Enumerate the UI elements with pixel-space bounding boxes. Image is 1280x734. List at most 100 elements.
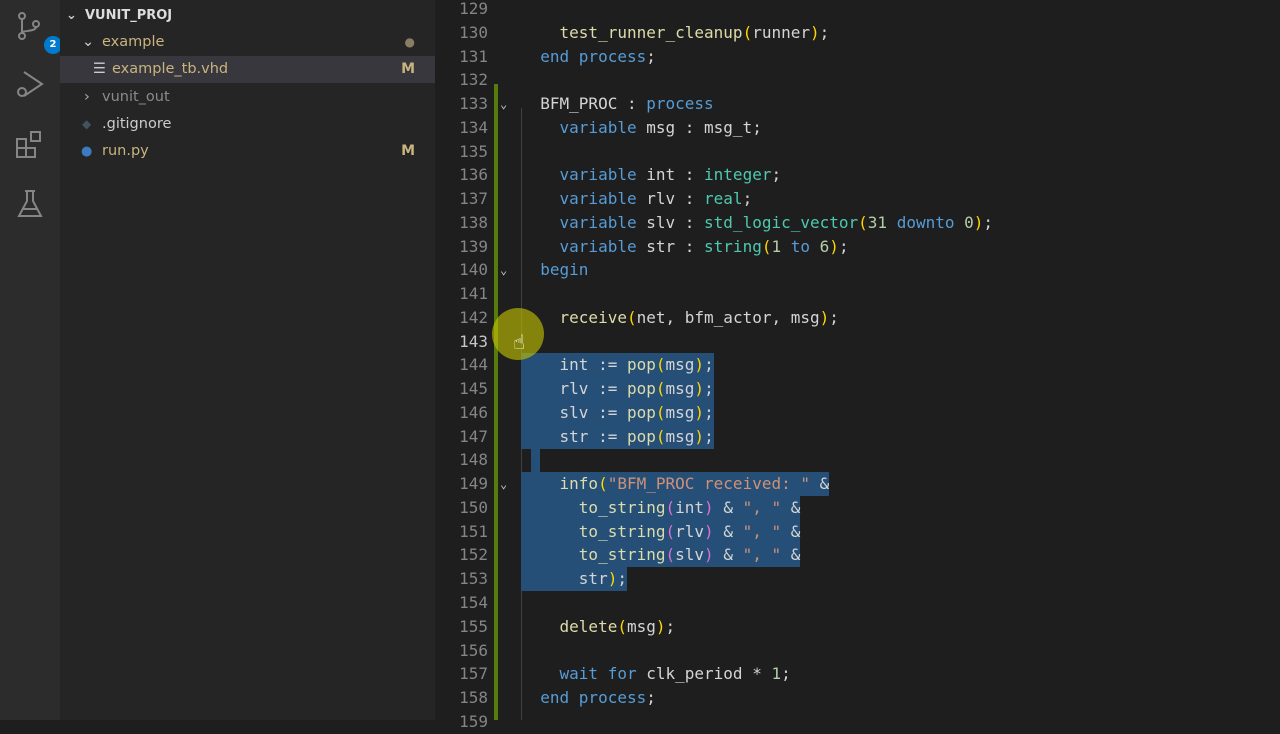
code-token: )	[694, 402, 705, 422]
code-token: )	[973, 212, 984, 232]
code-line[interactable]: str);	[521, 567, 627, 591]
code-token: pop	[626, 426, 656, 446]
code-token: )	[704, 545, 714, 565]
code-line[interactable]: variable str : string(1 to 6);	[521, 235, 849, 259]
code-line[interactable]: end process;	[521, 686, 656, 710]
code-token: &	[781, 497, 801, 517]
code-line[interactable]: wait for clk_period * 1;	[521, 662, 791, 686]
chevron-down-icon: ⌄	[82, 34, 95, 50]
status-badge: M	[401, 61, 415, 77]
line-number: 135	[459, 141, 488, 161]
code-token: ;	[771, 165, 782, 185]
code-token: &	[781, 545, 801, 565]
code-token: int :=	[521, 355, 627, 375]
source-control-icon[interactable]: 2	[14, 10, 62, 54]
tree-item-vunit-out[interactable]: › vunit_out	[60, 84, 435, 111]
line-number: 156	[459, 640, 488, 660]
code-token: int	[675, 497, 705, 517]
code-line[interactable]: receive(net, bfm_actor, msg);	[521, 306, 839, 330]
explorer-sidebar: ⌄ VUNIT_PROJ ⌄ example ● ☰ example_tb.vh…	[60, 0, 435, 720]
run-debug-icon[interactable]	[14, 68, 46, 100]
item-label: vunit_out	[102, 89, 170, 105]
code-token: ;	[819, 22, 830, 42]
code-line[interactable]: to_string(rlv) & ", " &	[521, 520, 801, 544]
code-token: &	[713, 521, 743, 541]
code-line[interactable]	[521, 448, 540, 472]
code-token: msg	[665, 355, 695, 375]
testing-icon[interactable]	[14, 188, 46, 220]
code-token: integer	[704, 165, 772, 185]
code-token: ;	[704, 426, 714, 446]
code-token: ;	[704, 402, 714, 422]
code-token: int :	[636, 165, 705, 185]
tree-item-gitignore[interactable]: ◆ .gitignore	[60, 111, 435, 138]
code-token: (	[655, 355, 666, 375]
item-label: example	[102, 34, 165, 50]
tree-item-run-py[interactable]: ● run.py M	[60, 138, 435, 165]
code-line[interactable]: slv := pop(msg);	[521, 401, 714, 425]
code-token: delete	[559, 616, 618, 636]
code-token: ;	[829, 307, 839, 327]
code-token: (	[655, 402, 666, 422]
code-token: rlv	[675, 521, 705, 541]
code-line[interactable]: variable slv : std_logic_vector(31 downt…	[521, 211, 994, 235]
tree-item-example[interactable]: ⌄ example ●	[60, 29, 435, 56]
code-line[interactable]: info("BFM_PROC received: " &	[521, 472, 830, 496]
code-line[interactable]: variable msg : msg_t;	[521, 116, 762, 140]
code-token: (	[665, 521, 676, 541]
item-label: run.py	[102, 143, 149, 159]
explorer-root[interactable]: ⌄ VUNIT_PROJ	[60, 2, 435, 29]
code-token: str :	[636, 236, 705, 256]
code-editor[interactable]: 129 130 test_runner_cleanup(runner); 131 e…	[435, 0, 1280, 731]
code-token: ", "	[742, 545, 782, 565]
code-line[interactable]: rlv := pop(msg);	[521, 377, 714, 401]
line-number: 141	[459, 284, 488, 304]
code-token: )	[704, 497, 714, 517]
code-line[interactable]: BFM_PROC : process	[521, 92, 714, 116]
line-number: 140	[459, 260, 488, 280]
code-line[interactable]: delete(msg);	[521, 615, 676, 639]
code-token: to_string	[578, 545, 666, 565]
code-token: slv	[675, 545, 705, 565]
code-token: to_string	[578, 521, 666, 541]
code-line[interactable]: int := pop(msg);	[521, 353, 714, 377]
code-token: variable	[559, 212, 637, 232]
code-token: msg : msg_t;	[636, 117, 762, 137]
fold-chevron-icon[interactable]: ⌄	[500, 92, 507, 116]
chevron-right-icon: ›	[84, 89, 90, 105]
fold-chevron-icon[interactable]: ⌄	[500, 472, 507, 496]
code-token: net, bfm_actor, msg	[636, 307, 820, 327]
code-line[interactable]: to_string(slv) & ", " &	[521, 543, 801, 567]
code-line[interactable]: variable int : integer;	[521, 163, 782, 187]
code-token: variable	[559, 236, 637, 256]
code-token: pop	[626, 402, 656, 422]
code-line[interactable]: to_string(int) & ", " &	[521, 496, 801, 520]
code-token: ", "	[742, 521, 782, 541]
code-line[interactable]: variable rlv : real;	[521, 187, 753, 211]
code-line[interactable]: end process;	[521, 45, 656, 69]
code-token: &	[713, 497, 743, 517]
code-token: ;	[983, 212, 994, 232]
code-line[interactable]: begin	[521, 258, 588, 282]
code-token: process	[646, 94, 714, 114]
tree-item-example-tb[interactable]: ☰ example_tb.vhd M	[60, 56, 435, 83]
code-token: ;	[781, 664, 791, 684]
code-token: msg	[665, 426, 695, 446]
code-line[interactable]: test_runner_cleanup(runner);	[521, 21, 830, 45]
code-token: msg	[665, 402, 695, 422]
extensions-icon[interactable]	[14, 128, 46, 160]
code-line[interactable]: str := pop(msg);	[521, 425, 714, 449]
file-lines-icon: ☰	[93, 61, 106, 77]
code-token: 6	[819, 236, 830, 256]
code-token: ;	[704, 355, 714, 375]
code-token: ;	[646, 688, 656, 708]
fold-chevron-icon[interactable]: ⌄	[500, 258, 507, 282]
code-token: rlv :	[636, 189, 705, 209]
code-token: 1	[771, 236, 782, 256]
code-token: )	[829, 236, 839, 256]
line-number: 148	[459, 450, 488, 470]
line-number: 151	[459, 521, 488, 541]
